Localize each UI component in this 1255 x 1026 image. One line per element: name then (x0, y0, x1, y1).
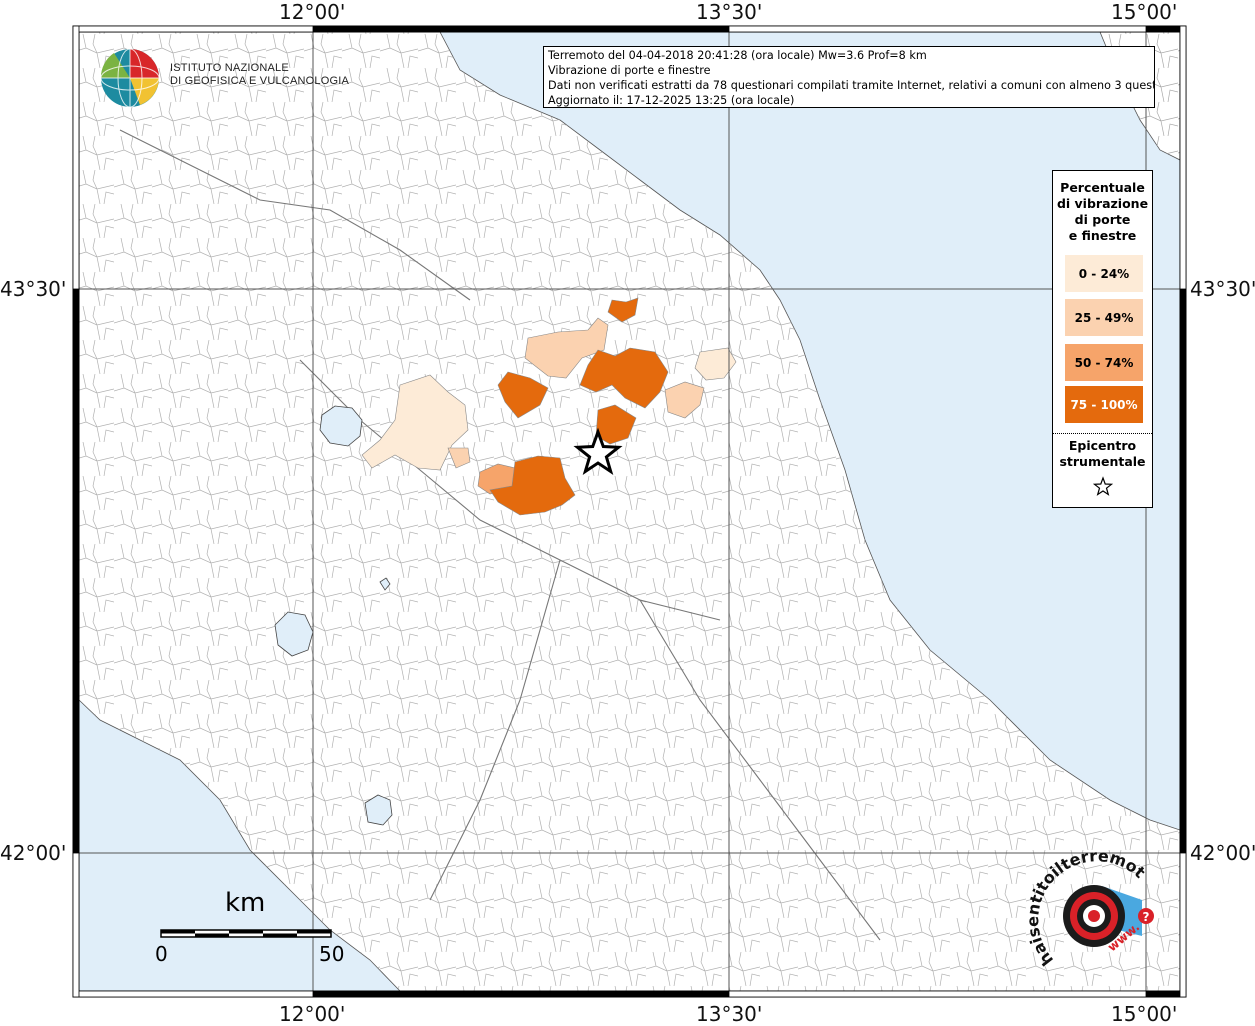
event-line-3: Dati non verificati estratti da 78 quest… (548, 79, 1155, 92)
legend-epicenter: Epicentro strumentale (1053, 438, 1152, 502)
event-info-box: Terremoto del 04-04-2018 20:41:28 (ora l… (543, 46, 1155, 108)
lat-label-left-1: 43°30' (0, 277, 67, 301)
lat-label-right-1: 43°30' (1190, 277, 1255, 301)
lat-label-right-2: 42°00' (1190, 841, 1255, 865)
lon-label-bottom-3: 15°00' (1111, 1002, 1178, 1026)
legend: Percentuale di vibrazione di porte e fin… (1052, 170, 1153, 508)
lon-label-bottom-2: 13°30' (696, 1002, 763, 1026)
event-line-4: Aggiornato il: 17-12-2025 13:25 (ora loc… (548, 94, 795, 107)
legend-title-line: di vibrazione (1056, 196, 1149, 211)
lon-label-top-1: 12°00' (279, 0, 346, 24)
legend-class-75-100: 75 - 100% (1065, 386, 1143, 423)
map-area (79, 32, 1180, 991)
event-line-2: Vibrazione di porte e finestre (548, 64, 711, 77)
event-line-1: Terremoto del 04-04-2018 20:41:28 (ora l… (548, 49, 927, 62)
lon-label-top-3: 15°00' (1111, 0, 1178, 24)
legend-class-50-74: 50 - 74% (1065, 344, 1143, 381)
legend-class-0-24: 0 - 24% (1065, 255, 1143, 292)
legend-title-line: Percentuale (1060, 180, 1145, 195)
scale-max: 50 (319, 942, 345, 966)
ingv-globe-icon (100, 48, 160, 108)
lat-label-left-2: 42°00' (0, 841, 67, 865)
scale-bar (160, 929, 332, 938)
map-canvas: ? haisentitoilterremoto.it www. (0, 0, 1187, 998)
legend-title: Percentuale di vibrazione di porte e fin… (1053, 180, 1152, 244)
legend-epicenter-line: strumentale (1059, 454, 1146, 469)
lon-label-bottom-1: 12°00' (279, 1002, 346, 1026)
ingv-name: ISTITUTO NAZIONALE DI GEOFISICA E VULCAN… (170, 62, 349, 88)
legend-title-line: di porte (1074, 212, 1131, 227)
lon-label-top-2: 13°30' (696, 0, 763, 24)
ingv-line1: ISTITUTO NAZIONALE (170, 62, 289, 74)
legend-class-25-49: 25 - 49% (1065, 299, 1143, 336)
scale-unit: km (225, 888, 266, 918)
star-icon (1092, 476, 1113, 496)
legend-epicenter-line: Epicentro (1068, 438, 1137, 453)
legend-separator (1053, 433, 1152, 434)
ingv-line2: DI GEOFISICA E VULCANOLOGIA (170, 75, 349, 87)
scale-min: 0 (155, 942, 168, 966)
haisentito-question: ? (1143, 910, 1150, 924)
legend-title-line: e finestre (1068, 228, 1137, 243)
